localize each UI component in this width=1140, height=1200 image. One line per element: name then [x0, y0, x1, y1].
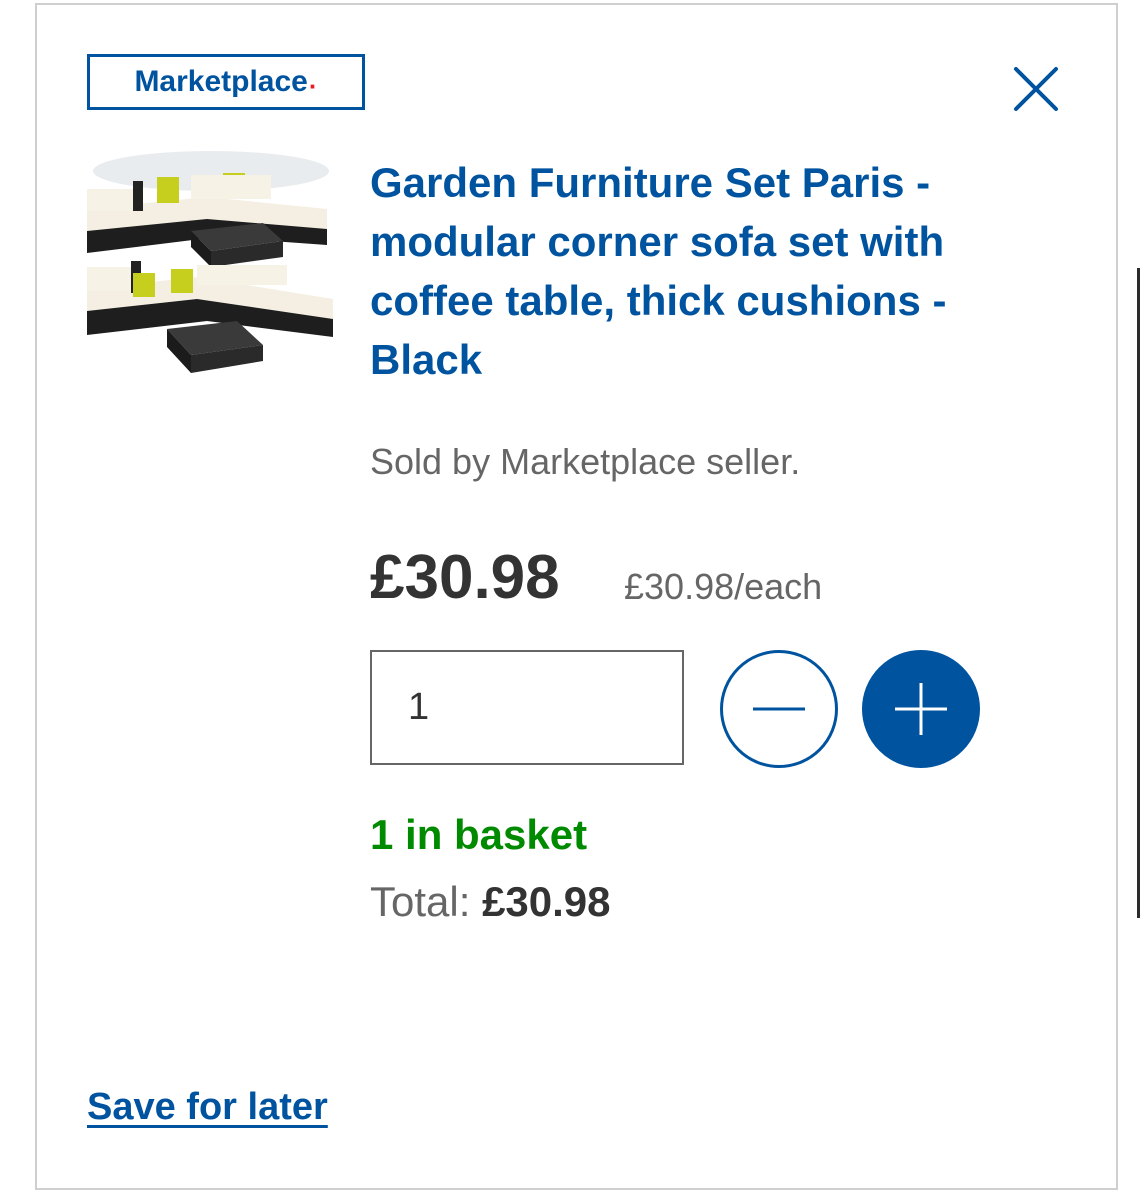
total-label: Total:	[370, 878, 471, 925]
marketplace-badge: Marketplace ·	[87, 54, 365, 110]
product-image[interactable]	[87, 149, 335, 397]
marketplace-badge-label: Marketplace	[134, 65, 308, 98]
close-button[interactable]	[1012, 65, 1060, 113]
decrease-quantity-button[interactable]	[720, 650, 838, 768]
seller-info: Sold by Marketplace seller.	[370, 441, 801, 482]
minus-icon	[753, 707, 805, 711]
plus-icon	[895, 683, 947, 735]
total-value: £30.98	[482, 878, 611, 925]
unit-price: £30.98/each	[624, 566, 823, 607]
marketplace-badge-dot: ·	[308, 70, 318, 101]
close-icon	[1014, 67, 1058, 111]
basket-status: 1 in basket	[370, 811, 588, 858]
sofa-set-image	[87, 149, 335, 397]
quantity-input[interactable]	[370, 650, 684, 765]
product-price: £30.98	[370, 543, 560, 612]
save-for-later-link[interactable]: Save for later	[87, 1086, 328, 1129]
product-title-link[interactable]: Garden Furniture Set Paris - modular cor…	[370, 153, 990, 389]
basket-total: Total: £30.98	[370, 878, 611, 926]
product-basket-card: Marketplace · Garden Furniture Set Paris…	[35, 3, 1118, 1190]
increase-quantity-button[interactable]	[862, 650, 980, 768]
